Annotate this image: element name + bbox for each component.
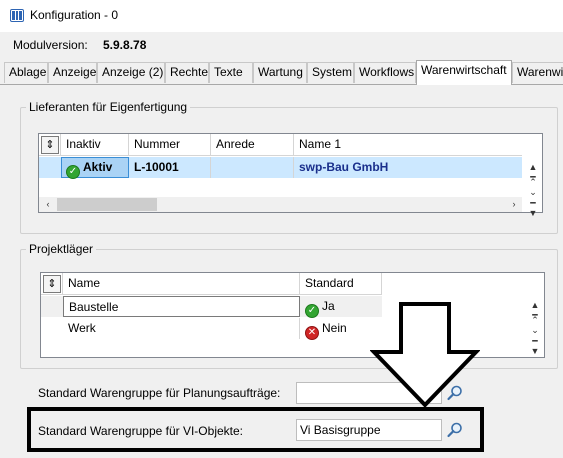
vi-field[interactable]: Vi Basisgruppe xyxy=(296,419,442,441)
col-anrede[interactable]: Anrede xyxy=(211,134,294,156)
window-title: Konfiguration - 0 xyxy=(30,8,119,22)
sort-icon[interactable]: ⇕ xyxy=(41,136,59,154)
cross-icon: ✕ xyxy=(305,326,319,340)
suppliers-grid: ⇕ Inaktiv Nummer Anrede Name 1 ✓ Aktiv L-… xyxy=(38,133,543,218)
tab-rechte[interactable]: Rechte xyxy=(165,62,209,83)
cell-inaktiv[interactable]: ✓ Aktiv xyxy=(61,157,129,179)
tab-workflows[interactable]: Workflows xyxy=(354,62,416,83)
scroll-right-icon[interactable]: › xyxy=(507,199,521,209)
cell-nummer[interactable]: L-10001 xyxy=(129,157,211,178)
cell-name[interactable]: Werk xyxy=(63,318,300,339)
scroll-down-icon[interactable]: ⌄ xyxy=(528,325,542,335)
tab-system[interactable]: System xyxy=(307,62,354,83)
col-standard[interactable]: Standard xyxy=(300,273,382,295)
col-name[interactable]: Name xyxy=(63,273,300,295)
cell-name[interactable]: Baustelle xyxy=(63,296,300,317)
planung-label: Standard Warengruppe für Planungsaufträg… xyxy=(38,386,281,400)
scroll-up-icon[interactable]: ⌃ xyxy=(528,315,542,325)
tab-warenwirtschaft[interactable]: Warenwirtschaft xyxy=(416,60,512,85)
annotation-arrow-icon xyxy=(370,302,480,408)
scroll-thumb[interactable] xyxy=(57,198,157,211)
scroll-up-icon[interactable]: ⌃ xyxy=(526,177,540,187)
tab-wartung[interactable]: Wartung xyxy=(253,62,307,83)
tab-texte[interactable]: Texte xyxy=(209,62,253,83)
tab-warenwirtschaft-2[interactable]: Warenwi xyxy=(512,62,563,83)
module-version-value: 5.9.8.78 xyxy=(103,38,147,52)
cell-anrede[interactable] xyxy=(211,157,294,178)
cell-standard-text: Ja xyxy=(322,299,335,313)
search-icon[interactable] xyxy=(446,421,464,439)
check-icon: ✓ xyxy=(66,165,80,179)
scroll-down-icon[interactable]: ⌄ xyxy=(526,187,540,197)
check-icon: ✓ xyxy=(305,304,319,318)
tab-anzeige-2[interactable]: Anzeige (2) xyxy=(97,62,165,83)
col-name1[interactable]: Name 1 xyxy=(294,134,522,156)
app-icon xyxy=(10,9,24,22)
cell-name1[interactable]: swp-Bau GmbH xyxy=(294,157,522,178)
module-version-label: Modulversion: xyxy=(13,38,88,52)
cell-inaktiv-text: Aktiv xyxy=(83,160,113,174)
cell-standard-text: Nein xyxy=(322,321,347,335)
vi-label: Standard Warengruppe für VI-Objekte: xyxy=(38,424,243,438)
warehouses-group-title: Projektläger xyxy=(26,242,97,256)
col-inaktiv[interactable]: Inaktiv xyxy=(61,134,129,156)
suppliers-group-title: Lieferanten für Eigenfertigung xyxy=(26,100,191,114)
tab-ablage[interactable]: Ablage xyxy=(4,62,48,83)
col-nummer[interactable]: Nummer xyxy=(129,134,211,156)
scroll-last-icon[interactable]: ━ ▼ xyxy=(526,198,540,218)
scroll-last-icon[interactable]: ━ ▼ xyxy=(528,336,542,356)
scroll-left-icon[interactable]: ‹ xyxy=(41,199,55,209)
sort-icon[interactable]: ⇕ xyxy=(43,275,61,293)
tab-anzeige[interactable]: Anzeige xyxy=(48,62,97,83)
